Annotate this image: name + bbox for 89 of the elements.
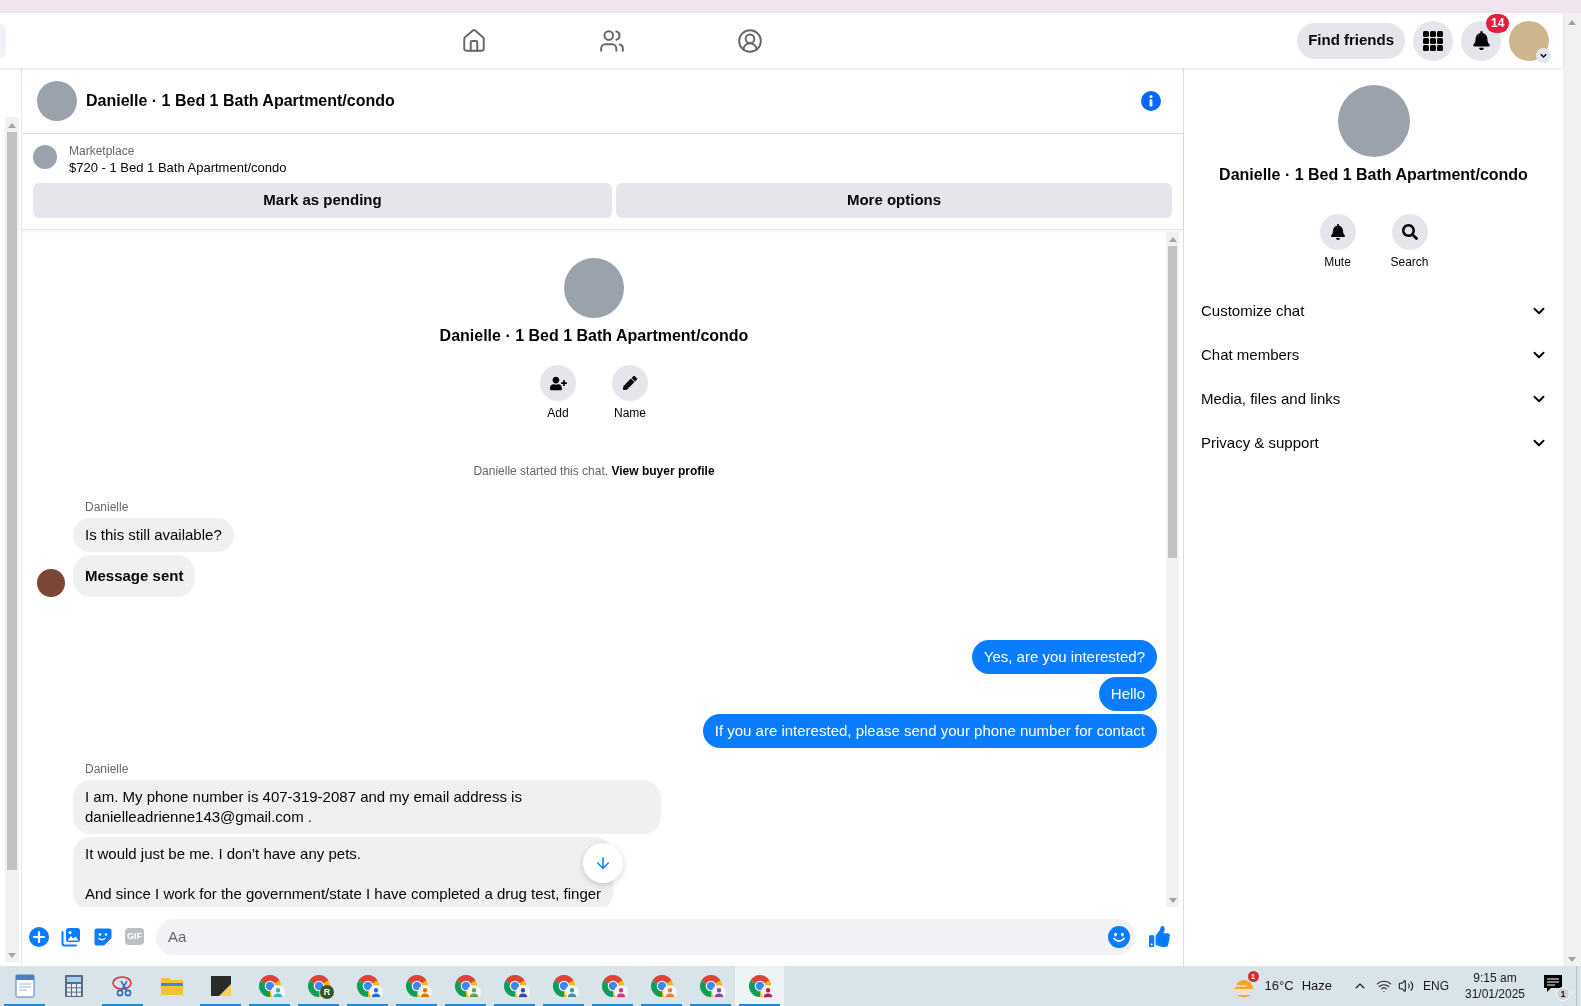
chevron-down-icon[interactable] xyxy=(1536,47,1551,63)
wifi-icon[interactable] xyxy=(1376,978,1392,994)
profile-badge-icon xyxy=(467,985,481,999)
chat-started-notice: Danielle started this chat. View buyer profile xyxy=(473,463,715,479)
message-text: And since I work for the government/state I have completed a drug test, finger xyxy=(85,884,602,904)
mute-button[interactable]: Mute xyxy=(1301,214,1374,270)
scroll-up-icon[interactable] xyxy=(8,123,16,128)
profile-badge-icon xyxy=(418,985,432,999)
profile-badge-icon xyxy=(712,985,726,999)
profile-badge-icon xyxy=(614,985,628,999)
clock-button[interactable]: 9:15 am 31/01/2025 xyxy=(1461,970,1529,1002)
grid-menu-icon xyxy=(1423,30,1443,51)
folder-icon xyxy=(159,976,184,996)
scroll-down-icon[interactable] xyxy=(8,953,16,958)
listing-photo-placeholder xyxy=(33,145,57,169)
section-toggle-button[interactable]: Chat members xyxy=(1184,333,1563,377)
name-button[interactable]: Name xyxy=(594,365,666,421)
scrollbar-thumb[interactable] xyxy=(1168,246,1177,558)
add-button[interactable]: Add xyxy=(522,365,594,421)
message-bubble: Yes, are you interested? xyxy=(971,640,1157,674)
scissors-icon xyxy=(110,974,135,998)
section-toggle-button[interactable]: Media, files and links xyxy=(1184,377,1563,421)
section-toggle-button[interactable]: Privacy & support xyxy=(1184,421,1563,465)
arrow-down-icon xyxy=(594,854,612,872)
message-input-field[interactable]: Aa xyxy=(156,918,1135,955)
profile-badge-icon xyxy=(369,985,383,999)
conversation-title: Danielle · 1 Bed 1 Bath Apartment/condo xyxy=(86,90,395,111)
person-circle-icon xyxy=(737,27,763,54)
house-icon xyxy=(461,27,487,54)
message-bubble: Is this still available? xyxy=(73,518,234,552)
scroll-down-icon[interactable] xyxy=(1168,898,1177,903)
sticker-icon[interactable] xyxy=(93,926,113,947)
info-icon[interactable] xyxy=(1141,90,1161,111)
input-language-button[interactable]: ENG xyxy=(1423,977,1449,995)
volume-icon[interactable] xyxy=(1398,978,1414,994)
people-icon xyxy=(599,27,625,54)
scrollbar-thumb[interactable] xyxy=(7,132,17,870)
more-options-button[interactable]: More options xyxy=(616,183,1172,218)
plus-icon[interactable] xyxy=(29,926,49,947)
sender-name: Danielle xyxy=(85,761,129,777)
listing-source: Marketplace xyxy=(69,143,136,159)
menu-button[interactable] xyxy=(1413,20,1453,61)
section-toggle-button[interactable]: Customize chat xyxy=(1184,289,1563,333)
taskbar-app-button[interactable]: R xyxy=(294,966,343,1006)
scrollbar[interactable] xyxy=(5,117,19,962)
message-bubble: Message sent xyxy=(73,555,196,597)
view-buyer-profile-link[interactable]: View buyer profile xyxy=(611,464,715,478)
message-text: It would just be me. I don’t have any pets. xyxy=(85,844,362,864)
chat-title: Danielle · 1 Bed 1 Bath Apartment/condo xyxy=(1219,165,1528,185)
search-icon xyxy=(1391,214,1428,250)
scroll-up-icon[interactable] xyxy=(1568,20,1576,25)
note-icon xyxy=(209,975,232,997)
smiley-icon[interactable] xyxy=(1108,925,1130,948)
profile-badge-icon xyxy=(271,985,285,999)
weather-condition[interactable]: Haze xyxy=(1301,976,1332,996)
profile-badge-icon xyxy=(565,985,579,999)
scroll-up-icon[interactable] xyxy=(1168,237,1177,242)
add-person-icon xyxy=(540,365,576,401)
notification-count-badge: 14 xyxy=(1486,13,1510,33)
listing-photo-placeholder xyxy=(564,258,624,318)
notification-center-icon[interactable] xyxy=(1543,974,1563,994)
scroll-down-button[interactable] xyxy=(583,843,623,883)
message-bubble: Hello xyxy=(1098,677,1157,711)
listing-photo-placeholder[interactable] xyxy=(37,80,77,121)
scrollbar[interactable] xyxy=(1166,232,1179,907)
weather-alert-badge: 1 xyxy=(1247,971,1259,982)
scroll-down-icon[interactable] xyxy=(1568,957,1576,962)
bell-icon xyxy=(1319,214,1356,250)
pencil-icon xyxy=(612,365,648,401)
profile-badge-icon xyxy=(761,985,775,999)
bell-icon xyxy=(1471,31,1491,50)
profile-badge-icon xyxy=(663,985,677,999)
image-icon[interactable] xyxy=(61,926,81,947)
document-icon xyxy=(13,974,36,998)
notification-count-badge: 1 xyxy=(1556,987,1570,1001)
thumbs-up-icon[interactable] xyxy=(1149,926,1170,947)
message-bubble: If you are interested, please send your phone number for contact xyxy=(702,714,1157,748)
find-friends-button[interactable]: Find friends xyxy=(1297,22,1405,59)
profile-badge-icon xyxy=(516,985,530,999)
sender-name: Danielle xyxy=(85,499,129,515)
profile-initial-badge: R xyxy=(320,985,334,999)
mark-as-pending-button[interactable]: Mark as pending xyxy=(33,183,612,218)
listing-title: $720 - 1 Bed 1 Bath Apartment/condo xyxy=(69,159,287,177)
scrollbar[interactable] xyxy=(1563,13,1581,966)
chat-title: Danielle · 1 Bed 1 Bath Apartment/condo xyxy=(439,326,749,346)
search-button[interactable]: Search xyxy=(1373,214,1446,270)
weather-temperature[interactable]: 16°C xyxy=(1264,976,1294,996)
calculator-icon xyxy=(63,974,84,998)
message-bubble: I am. My phone number is 407-319-2087 and my email address is danielleadrienne143@gmail.com . xyxy=(73,780,661,834)
